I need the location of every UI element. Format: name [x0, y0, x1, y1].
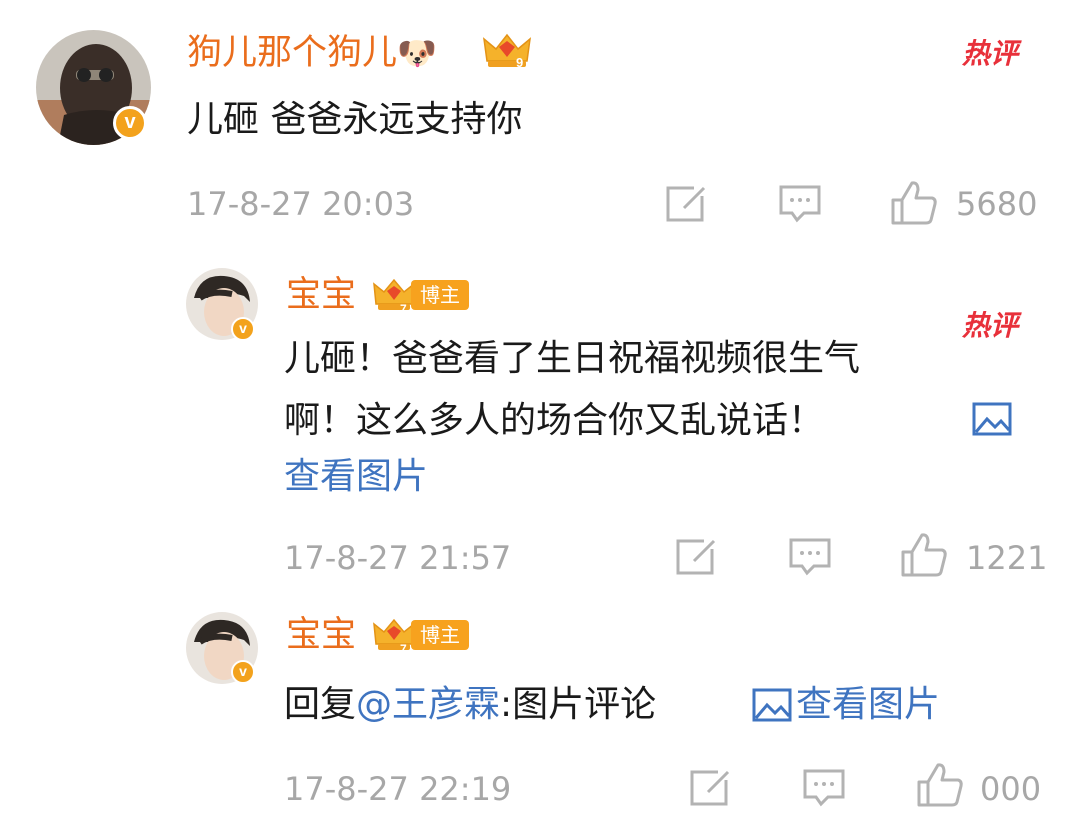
svg-text:9: 9 [516, 55, 523, 70]
comment-icon[interactable] [788, 537, 832, 577]
edit-icon[interactable] [688, 768, 732, 808]
image-icon[interactable] [752, 688, 792, 722]
view-image-link[interactable]: 查看图片 [284, 452, 428, 502]
verified-badge: v [113, 106, 147, 140]
hot-comment-label: 热评 [962, 37, 1019, 70]
comment-text: 儿砸 爸爸永远支持你 [187, 99, 523, 140]
username[interactable]: 宝宝 [286, 612, 356, 658]
image-icon[interactable] [972, 402, 1012, 436]
svg-text:7: 7 [400, 302, 407, 314]
level-crown-icon: 9 [482, 31, 532, 71]
like-count: 5680 [956, 185, 1038, 223]
timestamp: 17-8-27 20:03 [187, 185, 415, 223]
timestamp: 17-8-27 21:57 [284, 539, 512, 577]
username-text[interactable]: 狗儿那个狗儿 [187, 33, 397, 73]
timestamp: 17-8-27 22:19 [284, 770, 512, 808]
verified-badge: v [231, 660, 255, 684]
dog-emoji-icon: 🐶 [397, 34, 437, 72]
reply-prefix: 回复 [284, 684, 357, 725]
mention-link[interactable]: @王彦霖 [356, 684, 500, 725]
svg-text:7: 7 [400, 642, 407, 654]
like-count: 1221 [966, 539, 1048, 577]
edit-icon[interactable] [674, 537, 718, 577]
thumbs-up-icon[interactable] [916, 762, 964, 808]
comment-text-line1: 儿砸！爸爸看了生日祝福视频很生气 [284, 338, 861, 379]
username[interactable]: 狗儿那个狗儿🐶 [187, 30, 437, 76]
blogger-badge: 博主 [411, 620, 469, 650]
reply-suffix: :图片评论 [500, 684, 657, 725]
like-count: 000 [980, 770, 1042, 808]
reply-text: 回复@王彦霖:图片评论 [284, 680, 656, 730]
comment-icon[interactable] [778, 184, 822, 224]
blogger-badge: 博主 [411, 280, 469, 310]
level-crown-icon: 7 [372, 276, 416, 314]
comment-text-line2: 啊！这么多人的场合你又乱说话！ [284, 400, 825, 441]
hot-comment-label: 热评 [962, 309, 1019, 342]
thumbs-up-icon[interactable] [900, 532, 948, 578]
verified-badge: v [231, 317, 255, 341]
level-crown-icon: 7 [372, 616, 416, 654]
comment-icon[interactable] [802, 768, 846, 808]
view-image-link[interactable]: 查看图片 [796, 680, 940, 730]
edit-icon[interactable] [664, 184, 708, 224]
username[interactable]: 宝宝 [286, 272, 356, 318]
thumbs-up-icon[interactable] [890, 180, 938, 226]
